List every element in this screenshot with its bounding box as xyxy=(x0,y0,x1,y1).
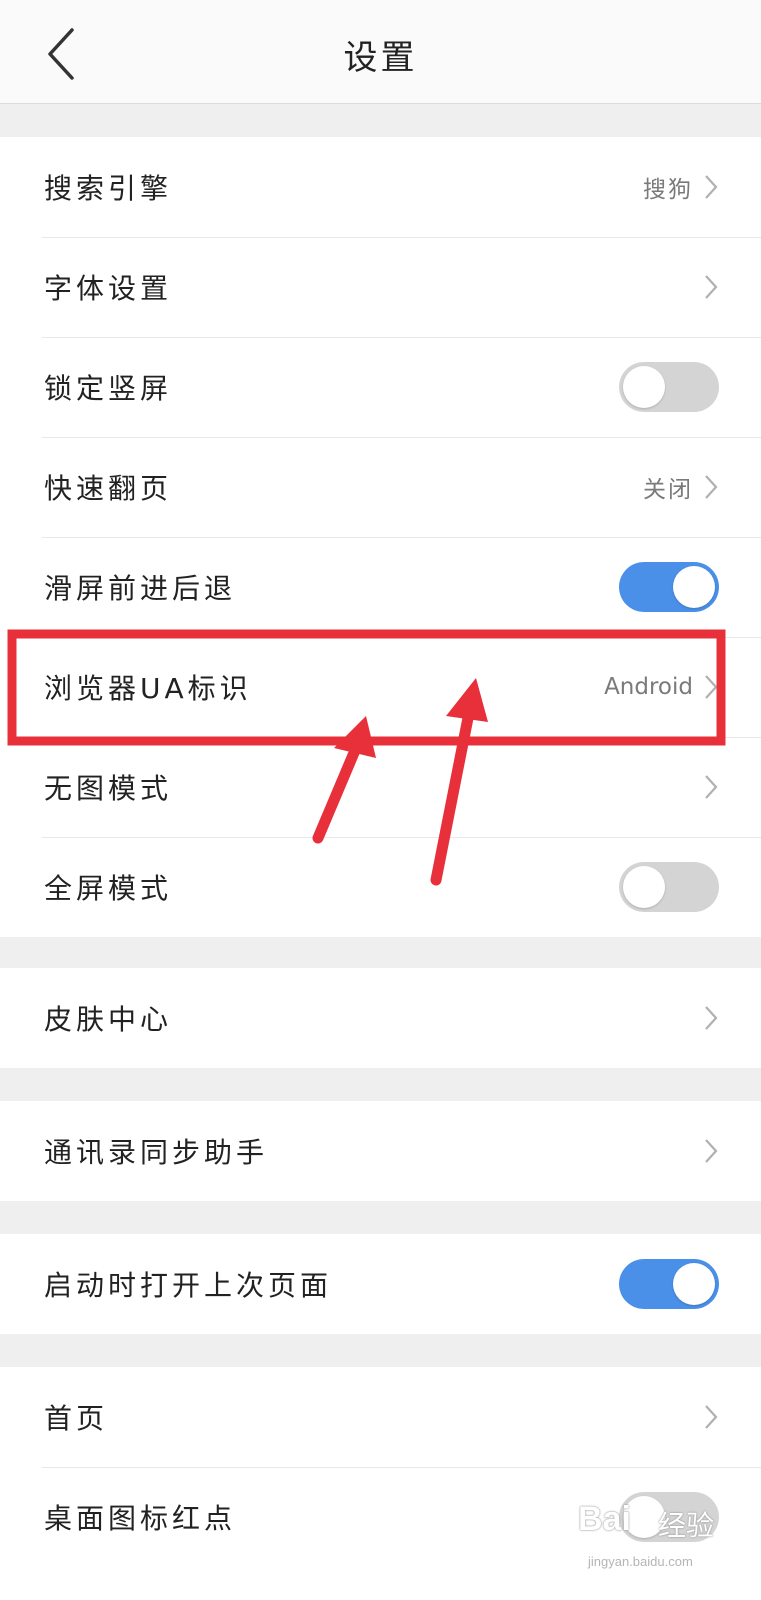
chevron-right-icon xyxy=(705,1006,718,1030)
setting-row-skin-center[interactable]: 皮肤中心 xyxy=(0,968,761,1068)
chevron-right-icon xyxy=(705,1139,718,1163)
setting-label: 首页 xyxy=(44,1402,109,1435)
watermark-url: jingyan.baidu.com xyxy=(588,1554,693,1569)
setting-row-font[interactable]: 字体设置 xyxy=(0,237,761,337)
settings-group-general: 搜索引擎 搜狗 字体设置 锁定竖屏 快速翻页 关闭 滑屏前进后退 浏览器UA标识… xyxy=(0,137,761,937)
fullscreen-toggle[interactable] xyxy=(619,862,719,912)
setting-label: 浏览器UA标识 xyxy=(44,672,252,705)
setting-label: 快速翻页 xyxy=(44,472,173,505)
chevron-right-icon xyxy=(705,275,718,299)
setting-label: 通讯录同步助手 xyxy=(44,1136,269,1169)
setting-row-search-engine[interactable]: 搜索引擎 搜狗 xyxy=(0,137,761,237)
setting-row-homepage[interactable]: 首页 xyxy=(0,1367,761,1467)
setting-label: 桌面图标红点 xyxy=(44,1502,237,1535)
settings-group-startup: 启动时打开上次页面 xyxy=(0,1234,761,1334)
lock-portrait-toggle[interactable] xyxy=(619,362,719,412)
chevron-right-icon xyxy=(705,175,718,199)
baidu-jingyan-watermark: Bai 经验 jingyan.baidu.com xyxy=(570,1478,750,1598)
setting-row-contacts-sync[interactable]: 通讯录同步助手 xyxy=(0,1101,761,1201)
chevron-right-icon xyxy=(705,1405,718,1429)
setting-row-no-image[interactable]: 无图模式 xyxy=(0,737,761,837)
setting-row-lock-portrait: 锁定竖屏 xyxy=(0,337,761,437)
settings-group-skin: 皮肤中心 xyxy=(0,968,761,1068)
setting-label: 锁定竖屏 xyxy=(44,372,173,405)
setting-value: 搜狗 xyxy=(643,177,693,203)
setting-row-swipe-navigation: 滑屏前进后退 xyxy=(0,537,761,637)
watermark-logo: Bai xyxy=(578,1500,631,1538)
chevron-right-icon xyxy=(705,775,718,799)
setting-label: 启动时打开上次页面 xyxy=(44,1269,333,1302)
restore-last-page-toggle[interactable] xyxy=(619,1259,719,1309)
setting-value: Android xyxy=(604,674,693,700)
setting-row-fullscreen: 全屏模式 xyxy=(0,837,761,937)
setting-value: 关闭 xyxy=(643,477,693,503)
setting-row-browser-ua[interactable]: 浏览器UA标识 Android xyxy=(0,637,761,737)
swipe-navigation-toggle[interactable] xyxy=(619,562,719,612)
settings-group-contacts: 通讯录同步助手 xyxy=(0,1101,761,1201)
header-bar: 设置 xyxy=(0,0,761,104)
chevron-right-icon xyxy=(705,675,718,699)
toggle-knob xyxy=(673,566,715,608)
page-title: 设置 xyxy=(343,38,418,78)
setting-label: 字体设置 xyxy=(44,272,173,305)
setting-label: 无图模式 xyxy=(44,772,173,805)
setting-label: 全屏模式 xyxy=(44,872,173,905)
setting-label: 皮肤中心 xyxy=(44,1003,173,1036)
toggle-knob xyxy=(623,366,665,408)
chevron-right-icon xyxy=(705,475,718,499)
watermark-text: 经验 xyxy=(658,1509,715,1542)
setting-row-restore-last-page: 启动时打开上次页面 xyxy=(0,1234,761,1334)
toggle-knob xyxy=(623,866,665,908)
toggle-knob xyxy=(673,1263,715,1305)
setting-label: 搜索引擎 xyxy=(44,172,173,205)
setting-row-quick-page[interactable]: 快速翻页 关闭 xyxy=(0,437,761,537)
setting-label: 滑屏前进后退 xyxy=(44,572,237,605)
